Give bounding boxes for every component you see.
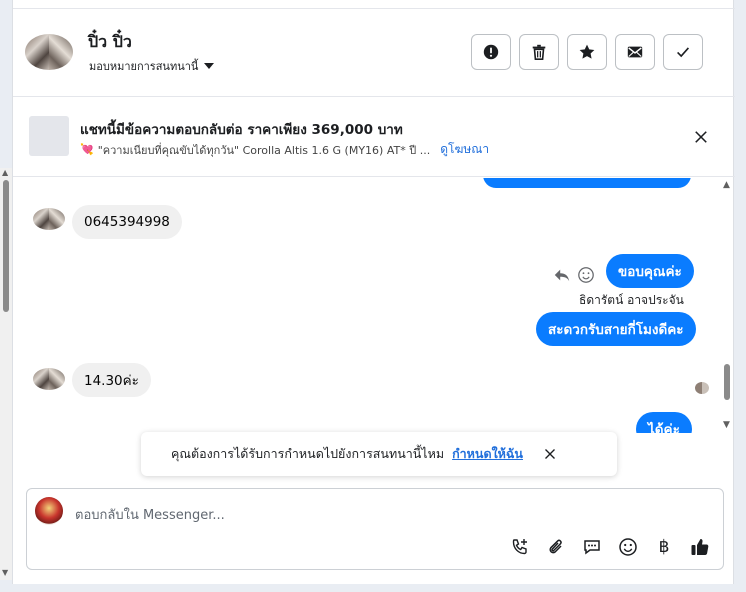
assignment-prompt: คุณต้องการได้รับการกำหนดไปยังการสนทนานี้… — [141, 432, 617, 476]
contact-avatar[interactable] — [25, 34, 73, 70]
close-icon — [545, 449, 555, 459]
scroll-down-arrow-icon[interactable]: ▼ — [723, 420, 730, 430]
outgoing-message[interactable]: ได้ค่ะ — [636, 412, 692, 433]
thread-scrollbar-thumb[interactable] — [724, 364, 730, 400]
page-scrollbar[interactable]: ▲ ▼ — [0, 168, 12, 580]
close-ad-button[interactable] — [689, 125, 713, 149]
mark-unread-button[interactable] — [615, 34, 655, 70]
spam-icon — [483, 44, 499, 60]
saved-replies-button[interactable] — [581, 536, 603, 558]
ad-subtitle-row: 💘 "ความเนียบที่คุณขับได้ทุกวัน" Corolla … — [80, 140, 489, 159]
mail-icon — [627, 46, 643, 58]
seen-avatar — [695, 382, 709, 394]
reply-input[interactable]: ตอบกลับใน Messenger... — [75, 504, 225, 525]
assign-to-me-link[interactable]: กำหนดให้ฉัน — [452, 444, 523, 464]
mark-done-button[interactable] — [663, 34, 703, 70]
contact-mini-avatar — [33, 208, 65, 230]
baht-icon: ฿ — [658, 537, 670, 557]
like-button[interactable] — [689, 536, 711, 558]
ad-thumbnail — [29, 116, 69, 156]
conversation-header: ปิ๋ว ปิ๋ว มอบหมายการสนทนานี้ — [13, 8, 735, 97]
check-icon — [677, 47, 690, 58]
like-icon — [691, 539, 709, 555]
reply-icon[interactable] — [553, 266, 571, 284]
ad-title: แชทนี้มีข้อความตอบกลับต่อ ราคาเพียง 369,… — [80, 122, 403, 138]
star-button[interactable] — [567, 34, 607, 70]
scrollbar-thumb[interactable] — [3, 180, 9, 312]
emoji-icon — [619, 538, 637, 556]
contact-name[interactable]: ปิ๋ว ปิ๋ว — [88, 30, 132, 55]
scroll-up-arrow-icon[interactable]: ▲ — [2, 168, 8, 177]
outgoing-message[interactable]: ขอบคุณค่ะ — [606, 254, 694, 288]
incoming-message[interactable]: 0645394998 — [72, 205, 182, 239]
sender-name: ธิดารัตน์ อาจประจัน — [579, 293, 684, 307]
payment-button[interactable]: ฿ — [653, 536, 675, 558]
message-actions — [553, 266, 595, 284]
call-icon — [512, 539, 527, 555]
assign-label: มอบหมายการสนทนานี้ — [89, 60, 199, 73]
call-button[interactable] — [509, 536, 531, 558]
assignment-prompt-text: คุณต้องการได้รับการกำหนดไปยังการสนทนานี้… — [171, 446, 445, 461]
conversation-panel: ปิ๋ว ปิ๋ว มอบหมายการสนทนานี้ แชทนี้มีข้อ… — [12, 0, 735, 584]
emoji-button[interactable] — [617, 536, 639, 558]
delete-button[interactable] — [519, 34, 559, 70]
saved-reply-icon — [584, 540, 600, 555]
outgoing-message-partial[interactable] — [483, 178, 691, 188]
caret-down-icon — [204, 63, 215, 69]
outgoing-message[interactable]: สะดวกรับสายกี่โมงดีคะ — [536, 312, 696, 346]
dismiss-prompt-button[interactable] — [541, 445, 559, 463]
heart-icon: 💘 — [80, 143, 94, 156]
page-avatar — [35, 497, 63, 525]
ad-subtitle: "ความเนียบที่คุณขับได้ทุกวัน" Corolla Al… — [97, 143, 431, 157]
scroll-down-arrow-icon[interactable]: ▼ — [2, 568, 8, 577]
composer-tools: ฿ — [509, 536, 711, 558]
see-ad-link[interactable]: ดูโฆษณา — [440, 140, 489, 159]
contact-mini-avatar — [33, 368, 65, 390]
mark-spam-button[interactable] — [471, 34, 511, 70]
close-icon — [695, 131, 707, 143]
scroll-up-arrow-icon[interactable]: ▲ — [723, 180, 730, 190]
attach-button[interactable] — [545, 536, 567, 558]
emoji-reaction-icon[interactable] — [577, 266, 595, 284]
incoming-message[interactable]: 14.30ค่ะ — [72, 363, 151, 397]
message-thread[interactable]: 0645394998 ขอบคุณค่ะ ธิดารัตน์ อาจประจัน… — [13, 178, 735, 433]
ad-reply-banner: แชทนี้มีข้อความตอบกลับต่อ ราคาเพียง 369,… — [13, 97, 735, 177]
star-icon — [579, 44, 595, 59]
thread-scrollbar[interactable]: ▲ ▼ — [719, 178, 735, 433]
message-composer[interactable]: ตอบกลับใน Messenger... ฿ — [26, 488, 724, 570]
trash-icon — [532, 44, 546, 61]
assign-dropdown[interactable]: มอบหมายการสนทนานี้ — [89, 57, 215, 75]
header-actions — [471, 34, 703, 70]
attach-icon — [549, 539, 562, 554]
